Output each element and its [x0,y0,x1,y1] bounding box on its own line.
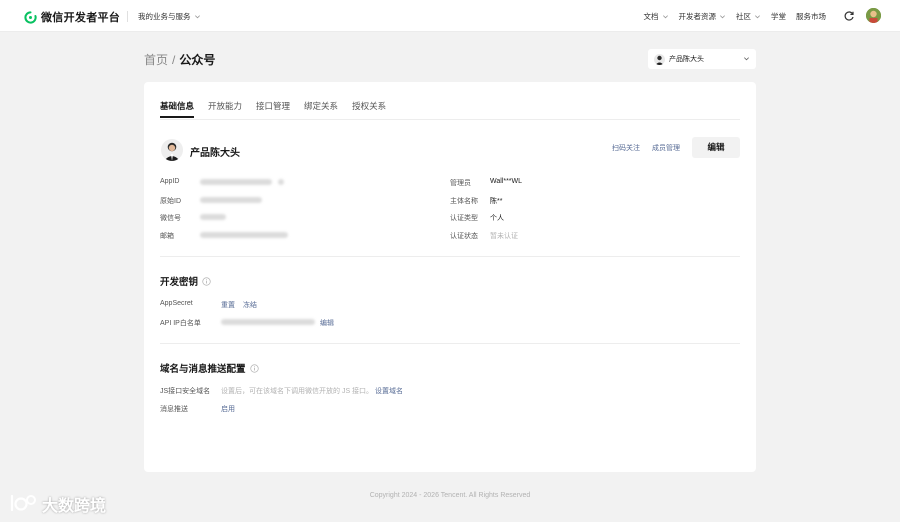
nav-community[interactable]: 社区 [736,11,761,22]
watermark-text: 大数跨境 [42,498,107,515]
entity-name-value: 陈** [490,198,503,205]
appsecret-label: AppSecret [160,300,193,307]
original-id-label: 原始ID [160,198,181,205]
enable-push-link[interactable]: 启用 [221,404,235,414]
info-icon[interactable] [202,276,211,286]
appid-value-redacted [200,179,272,185]
tab-api-management[interactable]: 接口管理 [256,100,290,118]
member-management-link[interactable]: 成员管理 [652,143,680,153]
tab-bar: 基础信息 开放能力 接口管理 绑定关系 授权关系 [160,100,400,118]
account-detail-card: 基础信息 开放能力 接口管理 绑定关系 授权关系 产品陈大头 扫码关注 成员管理… [144,82,756,472]
top-navbar: 微信开发者平台 我的业务与服务 文档 开发者资源 社区 学堂 服务市场 [0,0,900,32]
account-photo [161,139,183,161]
page-title: 公众号 [179,53,216,67]
business-menu-label: 我的业务与服务 [138,12,191,21]
watermark: 大数跨境 [8,492,106,516]
dev-key-title: 开发密钥 [160,277,199,288]
breadcrumb-separator: / [172,52,176,67]
account-select-value: 产品陈大头 [669,56,704,63]
verification-status-label: 认证状态 [450,233,478,240]
nav-service-market[interactable]: 服务市场 [796,11,826,22]
breadcrumb-home[interactable]: 首页 [144,51,168,68]
brand[interactable]: 微信开发者平台 [24,9,120,25]
chevron-down-icon [755,15,760,19]
footer-copyright: Copyright 2024 - 2026 Tencent. All Right… [369,492,531,499]
admin-value: Wall***WL [490,178,523,185]
topbar-divider [127,11,128,22]
nav-dev-resources-label: 开发者资源 [678,12,717,21]
wechat-platform-logo-icon [24,10,37,24]
verification-type-label: 认证类型 [450,215,478,222]
avatar-image [866,8,881,23]
nav-academy[interactable]: 学堂 [771,11,786,22]
set-domain-link[interactable]: 设置域名 [375,386,403,396]
user-avatar[interactable] [866,8,881,23]
entity-name-label: 主体名称 [450,198,478,205]
verification-type-value: 个人 [490,215,504,222]
tab-binding-relations[interactable]: 绑定关系 [304,100,338,118]
appid-label: AppID [160,178,180,185]
section-divider [160,343,740,344]
top-nav-links: 文档 开发者资源 社区 学堂 服务市场 [634,11,827,22]
admin-label: 管理员 [450,180,471,187]
chevron-down-icon [662,15,668,19]
js-domain-description: 设置后，可在该域名下调用微信开放的 JS 接口。 [221,388,374,395]
account-name: 产品陈大头 [190,148,240,159]
js-domain-label: JS接口安全域名 [160,388,211,395]
nav-dev-resources[interactable]: 开发者资源 [679,11,727,22]
breadcrumb: 首页 / 公众号 [144,51,215,68]
tab-divider [160,119,740,120]
nav-academy-label: 学堂 [771,12,786,21]
watermark-logo-icon [10,494,36,512]
chevron-down-icon [720,15,725,19]
nav-community-label: 社区 [736,12,751,21]
edit-button[interactable]: 编辑 [692,137,740,158]
business-menu[interactable]: 我的业务与服务 [138,11,201,22]
brand-name: 微信开发者平台 [41,12,121,24]
chevron-down-icon [194,15,200,19]
section-divider [160,256,740,257]
info-icon[interactable] [249,363,259,373]
email-label: 邮箱 [160,233,174,240]
nav-docs-label: 文档 [643,12,659,21]
tab-basic-info[interactable]: 基础信息 [160,100,195,118]
account-select[interactable]: 产品陈大头 [648,49,756,69]
wechat-id-label: 微信号 [160,215,181,222]
domain-config-title: 域名与消息推送配置 [160,364,246,375]
account-avatar [161,139,183,161]
nav-docs[interactable]: 文档 [644,11,669,22]
dev-key-section-title: 开发密钥 [160,274,211,288]
verification-status-value: 暂未认证 [490,233,518,240]
email-value-redacted [200,232,288,238]
ip-whitelist-edit-link[interactable]: 编辑 [320,318,334,328]
chevron-down-icon [744,57,749,61]
tab-authorization-relations[interactable]: 授权关系 [352,100,386,118]
ip-whitelist-value-redacted [221,319,315,325]
refresh-icon[interactable] [843,10,855,22]
tab-open-capabilities[interactable]: 开放能力 [208,100,242,118]
account-avatar-icon [654,53,665,65]
scan-follow-link[interactable]: 扫码关注 [612,143,640,153]
original-id-value-redacted [200,197,262,203]
wechat-id-value-redacted [200,214,226,220]
message-push-label: 消息推送 [160,406,188,413]
appsecret-freeze-link[interactable]: 冻结 [243,300,257,310]
domain-section-title: 域名与消息推送配置 [160,361,259,375]
ip-whitelist-label: API IP白名单 [160,320,201,327]
copy-icon[interactable] [278,179,284,185]
nav-service-market-label: 服务市场 [796,12,826,21]
appsecret-reset-link[interactable]: 重置 [221,300,235,310]
